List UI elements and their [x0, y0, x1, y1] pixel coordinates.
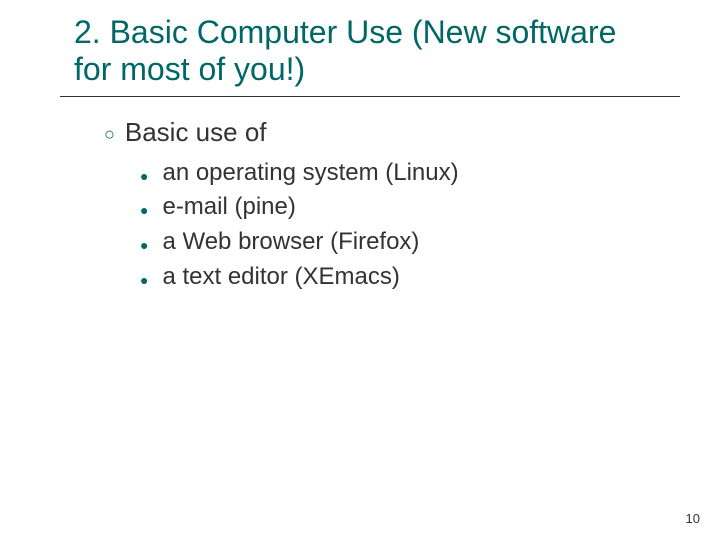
list-item: ○ Basic use of [104, 115, 680, 150]
list-item: ● e-mail (pine) [140, 190, 680, 225]
level2-text: a Web browser (Firefox) [162, 225, 419, 260]
level2-text: a text editor (XEmacs) [162, 260, 399, 295]
disc-bullet-icon: ● [140, 235, 148, 255]
list-item: ● a Web browser (Firefox) [140, 225, 680, 260]
disc-bullet-icon: ● [140, 166, 148, 186]
page-number: 10 [686, 511, 700, 526]
slide: 2. Basic Computer Use (New software for … [0, 0, 720, 540]
level2-text: an operating system (Linux) [162, 156, 458, 191]
level2-text: e-mail (pine) [162, 190, 295, 225]
sublist: ● an operating system (Linux) ● e-mail (… [140, 156, 680, 295]
disc-bullet-icon: ● [140, 200, 148, 220]
title-underline [60, 96, 680, 97]
slide-title: 2. Basic Computer Use (New software for … [74, 14, 680, 88]
disc-bullet-icon: ● [140, 270, 148, 290]
slide-body: ○ Basic use of ● an operating system (Li… [104, 115, 680, 295]
circle-bullet-icon: ○ [104, 122, 115, 146]
level1-text: Basic use of [125, 115, 267, 150]
list-item: ● an operating system (Linux) [140, 156, 680, 191]
list-item: ● a text editor (XEmacs) [140, 260, 680, 295]
